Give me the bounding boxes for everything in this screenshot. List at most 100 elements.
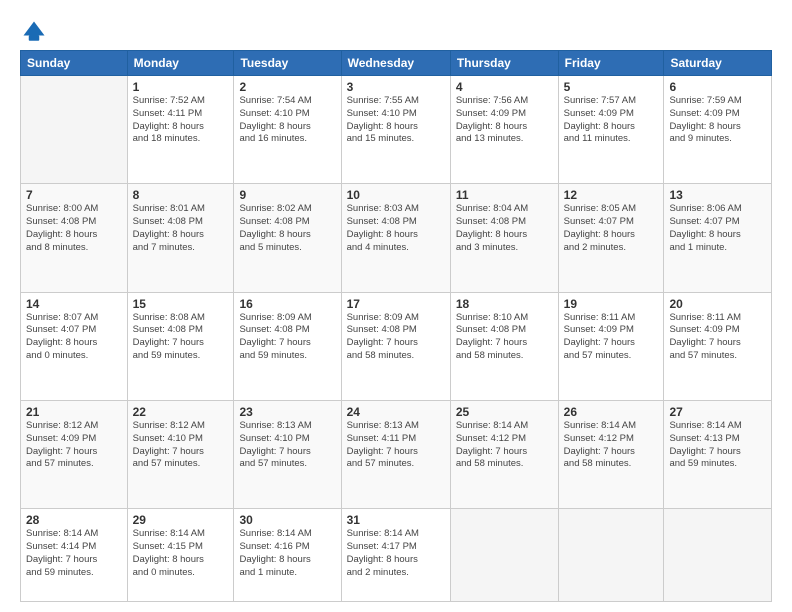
- calendar-cell: 5Sunrise: 7:57 AMSunset: 4:09 PMDaylight…: [558, 76, 664, 184]
- header: [20, 18, 772, 46]
- day-number: 14: [26, 297, 122, 311]
- day-info: Sunrise: 8:11 AMSunset: 4:09 PMDaylight:…: [564, 312, 659, 363]
- calendar-cell: 23Sunrise: 8:13 AMSunset: 4:10 PMDayligh…: [234, 400, 341, 508]
- week-row-5: 28Sunrise: 8:14 AMSunset: 4:14 PMDayligh…: [21, 509, 772, 602]
- day-number: 2: [239, 80, 335, 94]
- day-number: 8: [133, 188, 229, 202]
- day-number: 13: [669, 188, 766, 202]
- calendar-cell: 9Sunrise: 8:02 AMSunset: 4:08 PMDaylight…: [234, 184, 341, 292]
- day-number: 29: [133, 513, 229, 527]
- calendar-cell: 1Sunrise: 7:52 AMSunset: 4:11 PMDaylight…: [127, 76, 234, 184]
- day-info: Sunrise: 8:14 AMSunset: 4:17 PMDaylight:…: [347, 528, 445, 579]
- day-number: 20: [669, 297, 766, 311]
- day-info: Sunrise: 7:56 AMSunset: 4:09 PMDaylight:…: [456, 95, 553, 146]
- day-info: Sunrise: 8:06 AMSunset: 4:07 PMDaylight:…: [669, 203, 766, 254]
- calendar-cell: 2Sunrise: 7:54 AMSunset: 4:10 PMDaylight…: [234, 76, 341, 184]
- calendar-cell: 28Sunrise: 8:14 AMSunset: 4:14 PMDayligh…: [21, 509, 128, 602]
- calendar-cell: 7Sunrise: 8:00 AMSunset: 4:08 PMDaylight…: [21, 184, 128, 292]
- calendar-cell: 22Sunrise: 8:12 AMSunset: 4:10 PMDayligh…: [127, 400, 234, 508]
- day-info: Sunrise: 8:01 AMSunset: 4:08 PMDaylight:…: [133, 203, 229, 254]
- weekday-header-tuesday: Tuesday: [234, 51, 341, 76]
- calendar-cell: 20Sunrise: 8:11 AMSunset: 4:09 PMDayligh…: [664, 292, 772, 400]
- day-info: Sunrise: 8:14 AMSunset: 4:13 PMDaylight:…: [669, 420, 766, 471]
- calendar-cell: 16Sunrise: 8:09 AMSunset: 4:08 PMDayligh…: [234, 292, 341, 400]
- calendar-cell: [21, 76, 128, 184]
- calendar-cell: 15Sunrise: 8:08 AMSunset: 4:08 PMDayligh…: [127, 292, 234, 400]
- day-number: 9: [239, 188, 335, 202]
- weekday-header-thursday: Thursday: [450, 51, 558, 76]
- calendar-cell: [664, 509, 772, 602]
- calendar-cell: 10Sunrise: 8:03 AMSunset: 4:08 PMDayligh…: [341, 184, 450, 292]
- day-info: Sunrise: 7:55 AMSunset: 4:10 PMDaylight:…: [347, 95, 445, 146]
- day-number: 27: [669, 405, 766, 419]
- weekday-header-monday: Monday: [127, 51, 234, 76]
- day-info: Sunrise: 8:03 AMSunset: 4:08 PMDaylight:…: [347, 203, 445, 254]
- calendar-cell: 30Sunrise: 8:14 AMSunset: 4:16 PMDayligh…: [234, 509, 341, 602]
- calendar-cell: [558, 509, 664, 602]
- day-number: 28: [26, 513, 122, 527]
- calendar-cell: 31Sunrise: 8:14 AMSunset: 4:17 PMDayligh…: [341, 509, 450, 602]
- day-info: Sunrise: 7:57 AMSunset: 4:09 PMDaylight:…: [564, 95, 659, 146]
- calendar-cell: 12Sunrise: 8:05 AMSunset: 4:07 PMDayligh…: [558, 184, 664, 292]
- day-info: Sunrise: 8:14 AMSunset: 4:15 PMDaylight:…: [133, 528, 229, 579]
- calendar-table: SundayMondayTuesdayWednesdayThursdayFrid…: [20, 50, 772, 602]
- week-row-3: 14Sunrise: 8:07 AMSunset: 4:07 PMDayligh…: [21, 292, 772, 400]
- weekday-header-sunday: Sunday: [21, 51, 128, 76]
- day-number: 3: [347, 80, 445, 94]
- calendar-cell: 26Sunrise: 8:14 AMSunset: 4:12 PMDayligh…: [558, 400, 664, 508]
- day-number: 22: [133, 405, 229, 419]
- page: SundayMondayTuesdayWednesdayThursdayFrid…: [0, 0, 792, 612]
- day-number: 10: [347, 188, 445, 202]
- day-info: Sunrise: 8:05 AMSunset: 4:07 PMDaylight:…: [564, 203, 659, 254]
- weekday-header-friday: Friday: [558, 51, 664, 76]
- calendar-cell: 3Sunrise: 7:55 AMSunset: 4:10 PMDaylight…: [341, 76, 450, 184]
- day-info: Sunrise: 8:07 AMSunset: 4:07 PMDaylight:…: [26, 312, 122, 363]
- day-info: Sunrise: 8:14 AMSunset: 4:16 PMDaylight:…: [239, 528, 335, 579]
- day-number: 5: [564, 80, 659, 94]
- day-info: Sunrise: 8:13 AMSunset: 4:11 PMDaylight:…: [347, 420, 445, 471]
- day-number: 25: [456, 405, 553, 419]
- day-number: 16: [239, 297, 335, 311]
- day-number: 12: [564, 188, 659, 202]
- day-number: 4: [456, 80, 553, 94]
- calendar-cell: 21Sunrise: 8:12 AMSunset: 4:09 PMDayligh…: [21, 400, 128, 508]
- week-row-2: 7Sunrise: 8:00 AMSunset: 4:08 PMDaylight…: [21, 184, 772, 292]
- day-info: Sunrise: 8:10 AMSunset: 4:08 PMDaylight:…: [456, 312, 553, 363]
- day-info: Sunrise: 8:02 AMSunset: 4:08 PMDaylight:…: [239, 203, 335, 254]
- calendar-cell: 14Sunrise: 8:07 AMSunset: 4:07 PMDayligh…: [21, 292, 128, 400]
- week-row-4: 21Sunrise: 8:12 AMSunset: 4:09 PMDayligh…: [21, 400, 772, 508]
- day-number: 15: [133, 297, 229, 311]
- calendar-cell: 11Sunrise: 8:04 AMSunset: 4:08 PMDayligh…: [450, 184, 558, 292]
- day-number: 19: [564, 297, 659, 311]
- calendar-cell: 29Sunrise: 8:14 AMSunset: 4:15 PMDayligh…: [127, 509, 234, 602]
- day-number: 24: [347, 405, 445, 419]
- day-number: 26: [564, 405, 659, 419]
- calendar-cell: 18Sunrise: 8:10 AMSunset: 4:08 PMDayligh…: [450, 292, 558, 400]
- day-info: Sunrise: 8:12 AMSunset: 4:09 PMDaylight:…: [26, 420, 122, 471]
- day-number: 18: [456, 297, 553, 311]
- day-number: 11: [456, 188, 553, 202]
- day-number: 1: [133, 80, 229, 94]
- logo: [20, 18, 52, 46]
- calendar-cell: [450, 509, 558, 602]
- day-info: Sunrise: 7:59 AMSunset: 4:09 PMDaylight:…: [669, 95, 766, 146]
- calendar-cell: 19Sunrise: 8:11 AMSunset: 4:09 PMDayligh…: [558, 292, 664, 400]
- day-number: 7: [26, 188, 122, 202]
- logo-icon: [20, 18, 48, 46]
- weekday-header-wednesday: Wednesday: [341, 51, 450, 76]
- day-number: 31: [347, 513, 445, 527]
- calendar-cell: 27Sunrise: 8:14 AMSunset: 4:13 PMDayligh…: [664, 400, 772, 508]
- calendar-cell: 6Sunrise: 7:59 AMSunset: 4:09 PMDaylight…: [664, 76, 772, 184]
- calendar-cell: 24Sunrise: 8:13 AMSunset: 4:11 PMDayligh…: [341, 400, 450, 508]
- day-info: Sunrise: 8:13 AMSunset: 4:10 PMDaylight:…: [239, 420, 335, 471]
- day-info: Sunrise: 7:52 AMSunset: 4:11 PMDaylight:…: [133, 95, 229, 146]
- day-number: 23: [239, 405, 335, 419]
- day-number: 6: [669, 80, 766, 94]
- day-info: Sunrise: 7:54 AMSunset: 4:10 PMDaylight:…: [239, 95, 335, 146]
- calendar-cell: 4Sunrise: 7:56 AMSunset: 4:09 PMDaylight…: [450, 76, 558, 184]
- day-info: Sunrise: 8:11 AMSunset: 4:09 PMDaylight:…: [669, 312, 766, 363]
- calendar-cell: 25Sunrise: 8:14 AMSunset: 4:12 PMDayligh…: [450, 400, 558, 508]
- day-info: Sunrise: 8:14 AMSunset: 4:12 PMDaylight:…: [564, 420, 659, 471]
- calendar-cell: 8Sunrise: 8:01 AMSunset: 4:08 PMDaylight…: [127, 184, 234, 292]
- calendar-cell: 17Sunrise: 8:09 AMSunset: 4:08 PMDayligh…: [341, 292, 450, 400]
